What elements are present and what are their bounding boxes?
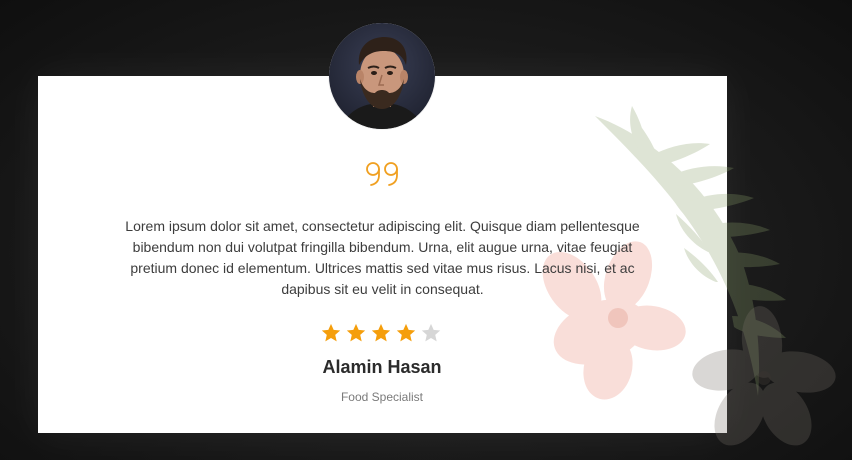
star-empty-icon — [421, 323, 441, 342]
star-filled-icon — [396, 323, 416, 342]
testimonial-text: Lorem ipsum dolor sit amet, consectetur … — [125, 218, 640, 297]
star-rating — [320, 322, 446, 348]
avatar-photo — [329, 23, 435, 129]
quote-icon — [366, 162, 398, 186]
star-filled-icon — [321, 323, 341, 342]
avatar — [329, 23, 435, 129]
star-filled-icon — [346, 323, 366, 342]
star-filled-icon — [371, 323, 391, 342]
reviewer-role: Food Specialist — [340, 390, 424, 404]
reviewer-name: Alamin Hasan — [322, 357, 442, 377]
